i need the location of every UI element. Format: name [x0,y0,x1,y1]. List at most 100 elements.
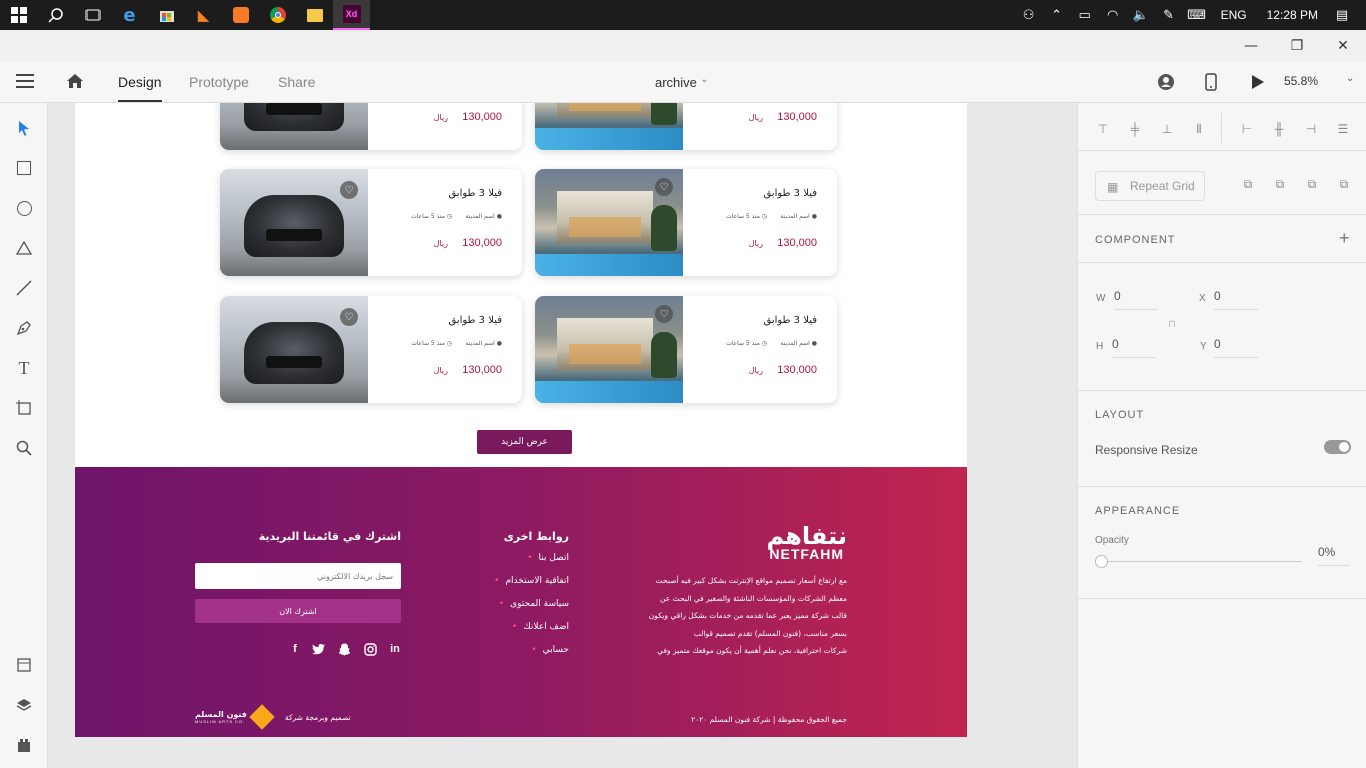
listing-title: فيلا 3 طوابق [448,188,502,199]
lock-aspect-icon[interactable]: ⊓ [1168,319,1176,330]
distribute-vertical-icon[interactable]: ⦀ [1191,121,1207,137]
distribute-horizontal-icon[interactable]: ☰ [1335,121,1351,137]
artboard-tool-icon[interactable] [12,396,36,420]
opacity-slider-track[interactable] [1102,561,1302,562]
newsletter-email-input[interactable] [195,563,401,589]
listing-card-car[interactable]: 130,000 ريال [220,103,522,150]
subscribe-button[interactable]: اشترك الان [195,599,401,623]
chrome-icon[interactable] [259,0,296,30]
line-tool-icon[interactable] [12,276,36,300]
heart-icon[interactable]: ♡ [655,305,673,323]
x-input[interactable]: 0 [1214,289,1258,310]
tab-share[interactable]: Share [278,74,315,90]
play-preview-icon[interactable] [1251,74,1265,95]
vlc-icon[interactable]: ◣ [185,0,222,30]
rectangle-tool-icon[interactable] [12,156,36,180]
boolean-subtract-icon[interactable]: ⧉ [1272,176,1288,192]
footer-link-contact[interactable]: اتصل بنا [527,553,569,563]
listing-price: 130,000 [777,237,817,249]
task-view-icon[interactable] [74,0,111,30]
store-icon[interactable] [148,0,185,30]
ellipse-tool-icon[interactable] [12,196,36,220]
listing-price: 130,000 [462,237,502,249]
linkedin-icon[interactable]: in [387,641,403,657]
pen-icon[interactable]: ✎ [1157,8,1181,23]
start-icon[interactable] [0,0,37,30]
listing-card-villa[interactable]: ♡ فيلا 3 طوابق ● اسم المدينة ◷ منذ 5 ساع… [535,169,837,276]
search-icon[interactable] [37,0,74,30]
width-label: W [1096,293,1106,304]
notifications-icon[interactable]: ▤ [1330,8,1354,23]
opacity-input[interactable]: 0% [1318,545,1350,566]
listing-card-car[interactable]: ♡ فيلا 3 طوابق ● اسم المدينة ◷ منذ 5 ساع… [220,169,522,276]
align-top-icon[interactable]: ⊤ [1095,121,1111,137]
restore-icon[interactable]: ❐ [1274,30,1320,62]
edge-icon[interactable]: e [111,0,148,30]
y-input[interactable]: 0 [1214,337,1258,358]
boolean-add-icon[interactable]: ⧉ [1240,176,1256,192]
align-center-icon[interactable]: ╫ [1271,121,1287,137]
volume-icon[interactable]: 🔈 [1129,8,1153,23]
chevron-up-icon[interactable]: ⌃ [1045,8,1069,23]
listing-card-villa[interactable]: 130,000 ريال [535,103,837,150]
height-input[interactable]: 0 [1112,337,1156,358]
footer-link-terms[interactable]: اتفاقية الاستخدام [494,576,569,586]
file-explorer-icon[interactable] [296,0,333,30]
minimize-icon[interactable]: — [1228,30,1274,62]
tab-design[interactable]: Design [118,74,162,102]
hamburger-menu-icon[interactable] [16,74,34,93]
responsive-resize-toggle[interactable] [1324,440,1351,454]
battery-icon[interactable]: ▭ [1073,8,1097,23]
boolean-exclude-icon[interactable]: ⧉ [1336,176,1352,192]
footer-link-add-ad[interactable]: اضف اعلانك [512,622,569,632]
instagram-icon[interactable] [362,641,378,657]
heart-icon[interactable]: ♡ [340,181,358,199]
repeat-grid-button[interactable]: ▦ Repeat Grid [1095,171,1205,201]
people-icon[interactable]: ⚇ [1017,8,1041,23]
facebook-icon[interactable]: f [287,641,303,657]
tab-prototype[interactable]: Prototype [189,74,249,90]
align-right-icon[interactable]: ⊣ [1303,121,1319,137]
chevron-down-icon[interactable]: ⌄ [700,74,708,85]
user-account-icon[interactable] [1157,73,1175,96]
home-icon[interactable] [66,73,84,94]
design-canvas[interactable]: 130,000 ريال 130,000 ريال ♡ فيلا 3 طوابق… [48,103,1077,768]
align-bottom-icon[interactable]: ⊥ [1159,121,1175,137]
footer-link-my-account[interactable]: حسابي [531,645,569,655]
clock[interactable]: 12:28 PM [1267,8,1318,22]
add-component-icon[interactable]: + [1339,228,1350,249]
close-icon[interactable]: ✕ [1320,30,1366,62]
heart-icon[interactable]: ♡ [340,308,358,326]
footer-link-content-policy[interactable]: سياسة المحتوى [499,599,569,609]
text-tool-icon[interactable]: T [12,356,36,380]
boolean-intersect-icon[interactable]: ⧉ [1304,176,1320,192]
keyboard-icon[interactable]: ⌨ [1185,8,1209,23]
zoom-tool-icon[interactable] [12,436,36,460]
xampp-icon[interactable] [222,0,259,30]
show-more-button[interactable]: عرض المزيد [477,430,572,454]
adobe-xd-icon[interactable]: Xd [333,0,370,30]
width-input[interactable]: 0 [1114,289,1158,310]
document-title[interactable]: archive [655,75,697,90]
wifi-icon[interactable]: ◠ [1101,8,1125,23]
language-indicator[interactable]: ENG [1221,8,1247,22]
zoom-dropdown-icon[interactable]: ⌄ [1346,73,1354,84]
align-middle-icon[interactable]: ╪ [1127,121,1143,137]
credit-text: تصميم وبرمجة شركة [284,712,351,722]
plugins-panel-icon[interactable] [12,733,36,757]
pen-tool-icon[interactable] [12,316,36,340]
twitter-icon[interactable] [310,641,326,657]
assets-panel-icon[interactable] [12,653,36,677]
polygon-tool-icon[interactable] [12,236,36,260]
listing-card-car[interactable]: ♡ فيلا 3 طوابق ● اسم المدينة ◷ منذ 5 ساع… [220,296,522,403]
layers-panel-icon[interactable] [12,693,36,717]
zoom-level[interactable]: 55.8% [1284,74,1318,88]
snapchat-icon[interactable] [336,641,352,657]
listing-card-villa[interactable]: ♡ فيلا 3 طوابق ● اسم المدينة ◷ منذ 5 ساع… [535,296,837,403]
opacity-slider-handle[interactable] [1095,555,1108,568]
mobile-preview-icon[interactable] [1205,73,1217,96]
artboard-archive[interactable]: 130,000 ريال 130,000 ريال ♡ فيلا 3 طوابق… [75,103,967,737]
select-tool-icon[interactable] [12,116,36,140]
heart-icon[interactable]: ♡ [655,178,673,196]
align-left-icon[interactable]: ⊢ [1239,121,1255,137]
